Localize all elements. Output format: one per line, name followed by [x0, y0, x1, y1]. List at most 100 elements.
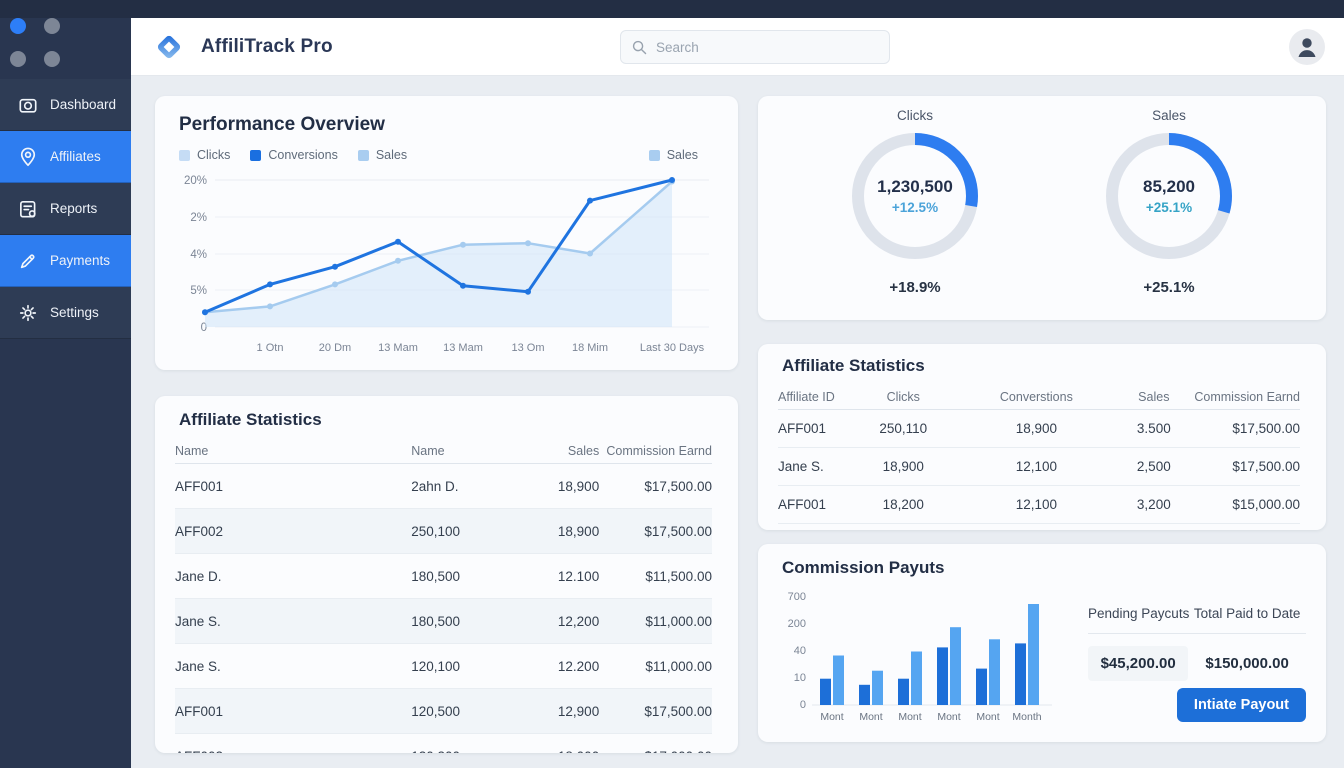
donut-delta: +25.1%	[1146, 200, 1192, 215]
performance-overview-card: Performance Overview ClicksConversionsSa…	[155, 96, 738, 370]
table-cell: $17,500.00	[599, 704, 712, 719]
pin-icon	[17, 146, 39, 168]
pen-icon	[17, 250, 39, 272]
table-cell: $11,000.00	[599, 614, 712, 629]
table-cell: Jane S.	[175, 659, 411, 674]
table-cell: 120,300	[411, 749, 545, 754]
donut-label: Sales	[1074, 108, 1264, 123]
table-header-row: NameNameSalesCommission Earnd	[175, 438, 712, 464]
table-cell: $17,500.00	[599, 479, 712, 494]
table-cell: $11,000.00	[599, 659, 712, 674]
svg-text:40: 40	[794, 645, 806, 657]
table-cell: $17,500.00	[599, 524, 712, 539]
total-paid-label: Total Paid to Date	[1188, 606, 1306, 621]
sidebar-item-affiliates[interactable]: Affiliates	[0, 131, 131, 183]
app-header: AffiliTrack Pro	[131, 18, 1344, 76]
table-cell: Jane S.	[778, 459, 851, 474]
column-header: Affiliate ID	[778, 390, 851, 404]
dot-gray	[10, 51, 26, 67]
search-input[interactable]	[656, 40, 866, 55]
sidebar-item-reports[interactable]: Reports	[0, 183, 131, 235]
donut-footer-delta: +25.1%	[1074, 279, 1264, 296]
pending-payouts-label: Pending Paycuts	[1088, 606, 1188, 621]
svg-text:700: 700	[788, 591, 806, 603]
svg-text:2%: 2%	[190, 212, 207, 224]
table-cell: Jane S.	[175, 614, 411, 629]
table-row: AFF002120,30018,000$17,000.00	[175, 734, 712, 753]
column-header: Commission Earnd	[599, 444, 712, 458]
column-header: Sales	[1117, 390, 1190, 404]
table-cell: AFF001	[175, 704, 411, 719]
legend-swatch	[179, 150, 190, 161]
legend-swatch	[649, 150, 660, 161]
table-row: AFF002250,10018,900$17,500.00	[175, 509, 712, 554]
table-cell: 12,200	[546, 614, 600, 629]
column-header: Sales	[546, 444, 600, 458]
svg-text:Mont: Mont	[859, 711, 882, 723]
donut-footer-delta: +18.9%	[820, 279, 1010, 296]
legend-swatch	[250, 150, 261, 161]
window-top-strip	[0, 0, 1344, 18]
initiate-payout-button[interactable]: Intiate Payout	[1177, 688, 1306, 722]
column-header: Clicks	[851, 390, 955, 404]
user-avatar[interactable]	[1289, 29, 1325, 65]
svg-text:1 Otn: 1 Otn	[257, 342, 284, 354]
dot-gray	[44, 18, 60, 34]
payout-values: $45,200.00 $150,000.00	[1088, 646, 1306, 681]
svg-text:20 Dm: 20 Dm	[319, 342, 351, 354]
affiliate-statistics-card-left: Affiliate Statistics NameNameSalesCommis…	[155, 396, 738, 753]
sidebar-item-label: Settings	[50, 305, 99, 320]
table-cell: 18,900	[546, 479, 600, 494]
donut-chart: 1,230,500+12.5%	[848, 129, 982, 263]
svg-text:Last 30 Days: Last 30 Days	[640, 342, 705, 354]
report-icon	[17, 198, 39, 220]
donut-chart: 85,200+25.1%	[1102, 129, 1236, 263]
main-content: Performance Overview ClicksConversionsSa…	[131, 76, 1344, 768]
svg-text:Month: Month	[1012, 711, 1041, 723]
camera-icon	[17, 94, 39, 116]
sidebar-item-settings[interactable]: Settings	[0, 287, 131, 339]
svg-text:20%: 20%	[184, 175, 207, 187]
sidebar-item-payments[interactable]: Payments	[0, 235, 131, 287]
sidebar: Dashboard Affiliates Reports Payments Settin…	[0, 0, 131, 768]
svg-text:Mont: Mont	[937, 711, 960, 723]
table-row: Jane S.18,90012,1002,500$17,500.00	[778, 448, 1300, 486]
table-cell: 12.100	[546, 569, 600, 584]
chart-legend: ClicksConversionsSales Sales	[179, 148, 714, 162]
svg-text:13 Om: 13 Om	[511, 342, 544, 354]
donut-block-clicks: Clicks1,230,500+12.5%+18.9%	[820, 108, 1010, 320]
sidebar-item-label: Affiliates	[50, 149, 101, 164]
svg-text:0: 0	[800, 699, 806, 711]
sidebar-item-dashboard[interactable]: Dashboard	[0, 79, 131, 131]
svg-text:5%: 5%	[190, 285, 207, 297]
table-cell: 12,100	[955, 459, 1117, 474]
svg-text:4%: 4%	[190, 249, 207, 261]
table-row: Jane S.120,10012.200$11,000.00	[175, 644, 712, 689]
table-header-row: Affiliate IDClicksConverstionsSalesCommi…	[778, 384, 1300, 410]
dot-blue	[10, 18, 26, 34]
table-row: AFF0012ahn D.18,900$17,500.00	[175, 464, 712, 509]
sidebar-item-label: Reports	[50, 201, 97, 216]
table-cell: $17,500.00	[1190, 459, 1300, 474]
table-cell: 18,000	[546, 749, 600, 754]
table-cell: 250,100	[411, 524, 545, 539]
pending-payouts-value: $45,200.00	[1088, 646, 1188, 681]
search-bar	[620, 30, 890, 64]
dot-gray	[44, 51, 60, 67]
performance-line-chart: 20%2%4%5%01 Otn20 Dm13 Mam13 Mam13 Om18 …	[177, 170, 716, 362]
table-cell: 18,900	[955, 421, 1117, 436]
commission-payouts-card: Commission Payuts 70020040100MontMontMon…	[758, 544, 1326, 742]
performance-title: Performance Overview	[179, 114, 385, 136]
user-icon	[1290, 30, 1324, 64]
right-table-title: Affiliate Statistics	[782, 356, 925, 376]
table-body: AFF001250,11018,9003.500$17,500.00Jane S…	[778, 410, 1300, 524]
table-cell: 18,900	[851, 459, 955, 474]
donut-block-sales: Sales85,200+25.1%+25.1%	[1074, 108, 1264, 320]
affiliate-table-right: Affiliate IDClicksConverstionsSalesCommi…	[778, 384, 1300, 524]
table-cell: AFF001	[175, 479, 411, 494]
table-cell: 2ahn D.	[411, 479, 545, 494]
table-row: Jane D.180,50012.100$11,500.00	[175, 554, 712, 599]
svg-text:Mont: Mont	[976, 711, 999, 723]
search-icon	[631, 39, 648, 56]
svg-text:200: 200	[788, 618, 806, 630]
